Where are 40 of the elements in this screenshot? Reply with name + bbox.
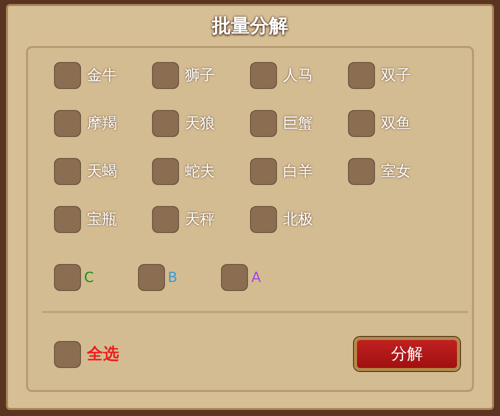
option-label: 天蝎 (87, 162, 117, 181)
checkbox[interactable] (221, 264, 248, 291)
option-label: C (84, 270, 94, 286)
checkbox[interactable] (152, 206, 179, 233)
option-label: 宝瓶 (87, 210, 117, 229)
checkbox[interactable] (54, 110, 81, 137)
checkbox[interactable] (348, 158, 375, 185)
option-label: 蛇夫 (185, 162, 215, 181)
checkbox[interactable] (152, 62, 179, 89)
checkbox[interactable] (348, 62, 375, 89)
option-label: 摩羯 (87, 114, 117, 133)
select-all-label: 全选 (87, 344, 119, 364)
checkbox[interactable] (250, 158, 277, 185)
option-label: 巨蟹 (283, 114, 313, 133)
checkbox[interactable] (250, 206, 277, 233)
option-label: 天狼 (185, 114, 215, 133)
checkbox[interactable] (152, 158, 179, 185)
checkbox[interactable] (54, 158, 81, 185)
option-label: 北极 (283, 210, 313, 229)
option-label: 双鱼 (381, 114, 411, 133)
checkbox[interactable] (138, 264, 165, 291)
option-label: 双子 (381, 66, 411, 85)
checkbox[interactable] (54, 340, 81, 368)
checkbox[interactable] (54, 206, 81, 233)
option-label: B (168, 270, 178, 286)
checkbox[interactable] (250, 110, 277, 137)
checkbox[interactable] (152, 110, 179, 137)
checkbox[interactable] (54, 62, 81, 89)
option-label: 室女 (381, 162, 411, 181)
dialog-title: 批量分解 (212, 14, 288, 39)
option-label: 人马 (283, 66, 313, 85)
checkbox[interactable] (348, 110, 375, 137)
option-label: 金牛 (87, 66, 117, 85)
checkbox[interactable] (250, 62, 277, 89)
option-label: 狮子 (185, 66, 215, 85)
option-label: 白羊 (283, 162, 313, 181)
option-label: 天秤 (185, 210, 215, 229)
decompose-button[interactable]: 分解 (354, 337, 460, 371)
checkbox[interactable] (54, 264, 81, 291)
option-label: A (251, 270, 261, 286)
